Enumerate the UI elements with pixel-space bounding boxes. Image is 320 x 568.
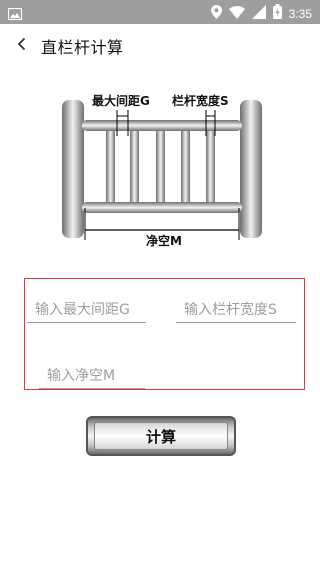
rail-width-input[interactable] [176, 298, 296, 322]
calculate-button[interactable]: 计算 [86, 416, 236, 456]
status-time: 3:35 [288, 6, 312, 21]
back-arrow-icon [17, 37, 26, 51]
status-bar: 3:35 [0, 0, 320, 24]
baluster [206, 128, 215, 206]
page-title: 直栏杆计算 [41, 38, 124, 57]
baluster [156, 128, 165, 206]
baluster [130, 128, 139, 206]
back-button[interactable] [12, 32, 32, 56]
input-form [24, 278, 305, 390]
rail-width-label: 栏杆宽度S [172, 94, 229, 108]
baluster [181, 128, 190, 206]
wifi-icon [228, 4, 245, 23]
image-icon [7, 5, 23, 24]
app-bar: 直栏杆计算 [0, 24, 320, 68]
signal-icon [251, 4, 266, 23]
right-post [240, 100, 262, 238]
calculate-button-label: 计算 [94, 422, 228, 450]
max-gap-field [27, 298, 146, 323]
rail-width-field [176, 298, 296, 323]
battery-icon [272, 4, 282, 23]
location-icon [210, 4, 222, 23]
top-rail [82, 120, 242, 131]
clear-span-input[interactable] [39, 364, 145, 388]
baluster [106, 128, 115, 206]
railing-diagram: 最大间距G 栏杆宽度S 净空M [58, 80, 268, 250]
bottom-rail [82, 202, 242, 213]
left-post [62, 100, 84, 238]
max-gap-input[interactable] [27, 298, 146, 322]
max-gap-label: 最大间距G [92, 94, 150, 108]
clear-span-label: 净空M [146, 234, 182, 248]
clear-span-field [39, 364, 145, 389]
